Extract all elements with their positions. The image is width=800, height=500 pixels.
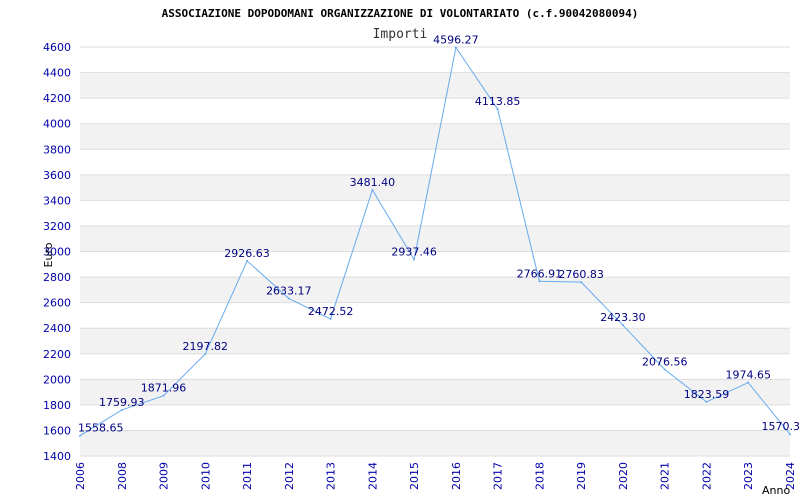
data-point [413, 258, 416, 261]
data-label: 1871.96 [141, 382, 187, 395]
grid-band [80, 174, 790, 201]
y-tick-label: 1400 [43, 450, 71, 463]
grid-band [80, 47, 790, 73]
data-point [120, 408, 123, 411]
y-tick-label: 4600 [43, 41, 71, 54]
data-label: 1759.93 [99, 396, 145, 409]
grid-band [80, 430, 790, 456]
y-tick-label: 4200 [43, 92, 71, 105]
grid-band [80, 200, 790, 226]
x-tick-label: 2020 [617, 462, 630, 490]
data-label: 2197.82 [183, 340, 229, 353]
data-label: 2633.17 [266, 284, 312, 297]
y-tick-label: 2800 [43, 271, 71, 284]
line-chart: ASSOCIAZIONE DOPODOMANI ORGANIZZAZIONE D… [42, 7, 800, 497]
data-label: 2937.46 [391, 245, 437, 258]
x-tick-label: 2019 [575, 462, 588, 490]
x-tick-label: 2022 [700, 462, 713, 490]
grid-band [80, 72, 790, 99]
chart-subtitle: Importi [373, 27, 428, 42]
grid-band [80, 404, 790, 431]
data-point [663, 368, 666, 371]
y-tick-label: 2200 [43, 348, 71, 361]
data-point [705, 400, 708, 403]
chart-title: ASSOCIAZIONE DOPODOMANI ORGANIZZAZIONE D… [162, 7, 639, 20]
data-label: 2472.52 [308, 305, 354, 318]
y-axis-label: Euro [42, 242, 55, 267]
data-point [204, 353, 207, 356]
x-tick-label: 2021 [659, 462, 672, 490]
x-axis-ticks: 2006 2008 2009 2010 2011 2012 2013 2014 2015 2016… [74, 462, 797, 490]
data-point [162, 394, 165, 397]
x-tick-label: 2009 [158, 462, 171, 490]
data-point [580, 281, 583, 284]
x-tick-label: 2010 [199, 462, 212, 490]
data-label: 1974.65 [725, 369, 771, 382]
y-tick-label: 2400 [43, 322, 71, 335]
x-tick-label: 2008 [116, 462, 129, 490]
y-tick-label: 3600 [43, 169, 71, 182]
grid-band [80, 277, 790, 303]
data-point [496, 108, 499, 111]
data-label: 2766.91 [517, 267, 563, 280]
x-tick-label: 2012 [283, 462, 296, 490]
grid-band [80, 302, 790, 329]
x-axis-label: Anno [762, 484, 790, 497]
x-tick-label: 2011 [241, 462, 254, 490]
data-label: 1570.3 [762, 420, 800, 433]
data-label: 2926.63 [224, 247, 270, 260]
data-point [371, 188, 374, 191]
x-tick-label: 2023 [742, 462, 755, 490]
x-tick-label: 2016 [450, 462, 463, 490]
x-tick-label: 2015 [408, 462, 421, 490]
data-point [287, 297, 290, 300]
y-tick-label: 3400 [43, 194, 71, 207]
data-point [79, 434, 81, 437]
y-tick-label: 1600 [43, 424, 71, 437]
x-tick-label: 2013 [325, 462, 338, 490]
data-point [789, 433, 791, 436]
data-label: 1558.65 [78, 422, 124, 435]
data-point [538, 280, 541, 283]
y-tick-label: 1800 [43, 399, 71, 412]
data-point [454, 46, 457, 49]
data-point [621, 324, 624, 327]
x-tick-label: 2018 [533, 462, 546, 490]
x-tick-label: 2017 [492, 462, 505, 490]
data-point [329, 317, 332, 320]
data-label: 2760.83 [558, 268, 604, 281]
y-tick-label: 3800 [43, 143, 71, 156]
data-label: 4113.85 [475, 95, 521, 108]
data-label: 3481.40 [350, 176, 396, 189]
grid-band [80, 123, 790, 150]
data-label: 2076.56 [642, 356, 688, 369]
y-tick-label: 2000 [43, 373, 71, 386]
data-label: 1823.59 [684, 388, 730, 401]
grid-band [80, 98, 790, 124]
data-label: 4596.27 [433, 33, 479, 46]
data-point [246, 259, 249, 262]
x-tick-label: 2006 [74, 462, 87, 490]
y-tick-label: 4000 [43, 118, 71, 131]
data-label: 2423.30 [600, 311, 646, 324]
x-tick-label: 2014 [366, 462, 379, 490]
y-tick-label: 2600 [43, 297, 71, 310]
y-tick-label: 4400 [43, 67, 71, 80]
y-tick-label: 3200 [43, 220, 71, 233]
data-point [747, 381, 750, 384]
